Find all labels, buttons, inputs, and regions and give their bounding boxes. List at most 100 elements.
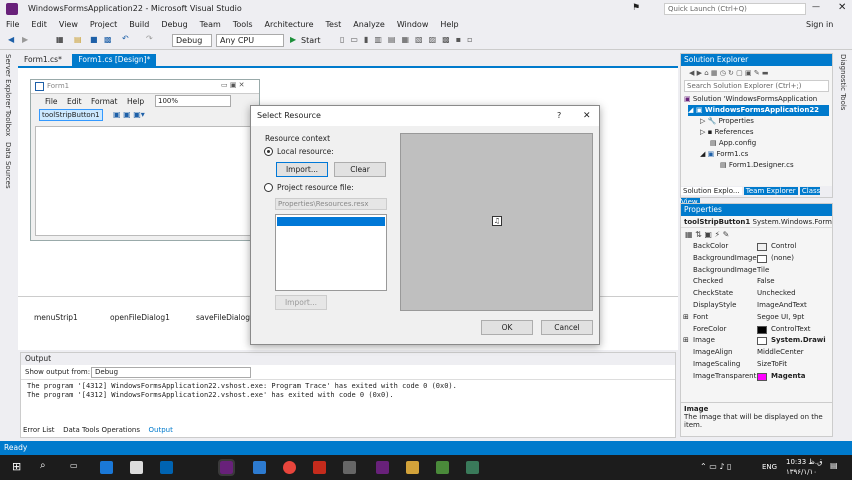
form-menu-edit[interactable]: Edit bbox=[67, 97, 82, 106]
menu-edit[interactable]: Edit bbox=[25, 18, 53, 32]
tree-item-properties[interactable]: ▷ 🔧 Properties bbox=[700, 116, 829, 127]
undo-icon[interactable]: ↶ bbox=[122, 34, 129, 43]
tool-icon[interactable] bbox=[343, 461, 356, 474]
property-row[interactable]: DisplayStyle ImageAndText bbox=[681, 300, 832, 312]
menu-project[interactable]: Project bbox=[84, 18, 123, 32]
tree-item-form1-designer[interactable]: ▤ Form1.Designer.cs bbox=[720, 160, 829, 171]
windows-start-icon[interactable]: ⊞ bbox=[12, 460, 21, 473]
server-explorer-tab[interactable]: Server Explorer bbox=[4, 54, 12, 108]
app3-icon[interactable] bbox=[466, 461, 479, 474]
menu-window[interactable]: Window bbox=[391, 18, 435, 32]
clock-time[interactable]: 10:33 ق.ظ bbox=[786, 458, 823, 466]
tray-savefiledialog[interactable]: saveFileDialog bbox=[196, 313, 250, 322]
import-resx-button[interactable]: Import... bbox=[275, 295, 327, 310]
property-row[interactable]: CheckState Unchecked bbox=[681, 288, 832, 300]
store-icon[interactable] bbox=[130, 461, 143, 474]
back-icon[interactable]: ◀ bbox=[8, 35, 14, 44]
property-value[interactable]: Segoe UI, 9pt bbox=[757, 312, 804, 324]
property-value[interactable]: (none) bbox=[771, 253, 794, 265]
menu-build[interactable]: Build bbox=[123, 18, 155, 32]
dialog-help-button[interactable]: ? bbox=[557, 106, 561, 126]
language-indicator[interactable]: ENG bbox=[762, 463, 777, 471]
search-icon[interactable]: ⌕ bbox=[40, 460, 46, 471]
menu-debug[interactable]: Debug bbox=[155, 18, 193, 32]
property-row[interactable]: Image ⊞ System.Drawi bbox=[681, 335, 832, 347]
tree-item-project[interactable]: ◢ ▣ WindowsFormsApplication22 bbox=[688, 105, 829, 116]
property-value[interactable]: Unchecked bbox=[757, 288, 796, 300]
config-dropdown[interactable]: Debug bbox=[172, 34, 212, 47]
property-row[interactable]: ImageAlign MiddleCenter bbox=[681, 347, 832, 359]
start-button[interactable]: Start bbox=[301, 36, 321, 45]
app-icon[interactable] bbox=[313, 461, 326, 474]
clock-date[interactable]: ۱۳۹۶/۱/۱۰ bbox=[786, 468, 817, 476]
resx-file-combo[interactable]: Properties\Resources.resx bbox=[275, 198, 387, 210]
property-row[interactable]: Font ⊞ Segoe UI, 9pt bbox=[681, 312, 832, 324]
property-row[interactable]: ImageTransparent Magenta bbox=[681, 371, 832, 383]
save-icon[interactable]: ■ bbox=[90, 35, 98, 44]
edge-icon[interactable] bbox=[100, 461, 113, 474]
form1-window[interactable]: Form1 ▭ ▣ ✕ File Edit Format Help 100% t… bbox=[30, 79, 260, 241]
menu-team[interactable]: Team bbox=[194, 18, 227, 32]
new-project-icon[interactable]: ▦ bbox=[56, 35, 64, 44]
expand-icon[interactable]: ⊞ bbox=[683, 312, 689, 324]
diagnostic-tools-tab[interactable]: Diagnostic Tools bbox=[839, 54, 847, 110]
quick-launch-input[interactable]: Quick Launch (Ctrl+Q) bbox=[664, 3, 806, 15]
form-menu-format[interactable]: Format bbox=[91, 97, 117, 106]
show-output-select[interactable]: Debug bbox=[91, 367, 251, 378]
tab-solution-explorer[interactable]: Solution Explo... bbox=[681, 187, 742, 195]
menu-help[interactable]: Help bbox=[434, 18, 464, 32]
blend-icon[interactable] bbox=[253, 461, 266, 474]
expand-icon[interactable]: ⊞ bbox=[683, 335, 689, 347]
form-menu-help[interactable]: Help bbox=[127, 97, 144, 106]
property-value[interactable]: Control bbox=[771, 241, 796, 253]
data-sources-tab[interactable]: Data Sources bbox=[4, 142, 12, 189]
property-row[interactable]: BackgroundImage (none) bbox=[681, 253, 832, 265]
properties-toolbar-icons[interactable]: ▦ ⇅ ▣ ⚡ ✎ bbox=[681, 228, 832, 241]
toolstrip-button[interactable]: toolStripButton1 bbox=[39, 109, 103, 121]
property-value[interactable]: MiddleCenter bbox=[757, 347, 804, 359]
resource-list-selected-item[interactable] bbox=[277, 217, 385, 226]
property-row[interactable]: BackgroundImage Tile bbox=[681, 265, 832, 277]
platform-dropdown[interactable]: Any CPU bbox=[216, 34, 284, 47]
close-button[interactable]: ✕ bbox=[838, 2, 846, 13]
tree-item-form1[interactable]: ◢ ▣ Form1.cs bbox=[700, 149, 829, 160]
tab-error-list[interactable]: Error List bbox=[20, 424, 58, 436]
tab-team-explorer[interactable]: Team Explorer bbox=[743, 187, 798, 195]
clear-button[interactable]: Clear bbox=[334, 162, 386, 177]
property-value[interactable]: Magenta bbox=[771, 371, 806, 383]
menu-file[interactable]: File bbox=[0, 18, 25, 32]
chrome-icon[interactable] bbox=[283, 461, 296, 474]
property-row[interactable]: ForeColor ControlText bbox=[681, 324, 832, 336]
menu-test[interactable]: Test bbox=[320, 18, 348, 32]
action-center-icon[interactable]: ▤ bbox=[830, 461, 838, 470]
form-menu-file[interactable]: File bbox=[45, 97, 58, 106]
property-value[interactable]: Tile bbox=[757, 265, 769, 277]
save-all-icon[interactable]: ▩ bbox=[104, 35, 112, 44]
open-icon[interactable]: ▤ bbox=[74, 35, 82, 44]
se-search-input[interactable]: Search Solution Explorer (Ctrl+;) bbox=[684, 80, 829, 92]
tab-data-tools[interactable]: Data Tools Operations bbox=[60, 424, 143, 436]
property-row[interactable]: ImageScaling SizeToFit bbox=[681, 359, 832, 371]
local-resource-radio[interactable] bbox=[264, 147, 273, 156]
minimize-button[interactable]: — bbox=[812, 2, 820, 11]
property-value[interactable]: False bbox=[757, 276, 775, 288]
property-row[interactable]: BackColor Control bbox=[681, 241, 832, 253]
tray-icons[interactable]: ⌃ ▭ ♪ ▯ bbox=[700, 462, 731, 471]
start-play-icon[interactable]: ▶ bbox=[290, 35, 296, 44]
zoom-combo[interactable]: 100% bbox=[155, 95, 231, 107]
project-resource-radio[interactable] bbox=[264, 183, 273, 192]
tab-form1-cs[interactable]: Form1.cs* bbox=[18, 54, 68, 66]
toolbox-tab[interactable]: Toolbox bbox=[4, 110, 12, 136]
app2-icon[interactable] bbox=[436, 461, 449, 474]
redo-icon[interactable]: ↷ bbox=[146, 34, 153, 43]
forward-icon[interactable]: ▶ bbox=[22, 35, 28, 44]
property-value[interactable]: ControlText bbox=[771, 324, 810, 336]
property-row[interactable]: Checked False bbox=[681, 276, 832, 288]
layout-tools-icons[interactable]: ▯▭▮▥▤▦▧▨▩▪▫ bbox=[340, 35, 479, 44]
tab-output[interactable]: Output bbox=[145, 424, 176, 436]
property-value[interactable]: SizeToFit bbox=[757, 359, 787, 371]
property-value[interactable]: ImageAndText bbox=[757, 300, 807, 312]
tray-menustrip[interactable]: menuStrip1 bbox=[34, 313, 78, 322]
task-view-icon[interactable]: ▭ bbox=[70, 461, 78, 470]
menu-view[interactable]: View bbox=[53, 18, 84, 32]
